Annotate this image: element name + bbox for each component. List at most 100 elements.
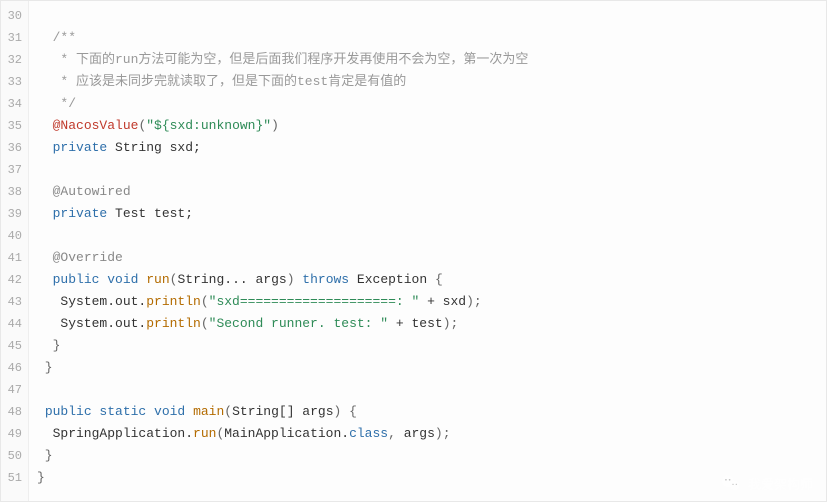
code-token: ( (224, 404, 232, 419)
code-token: * 应该是未同步完就读取了，但是下面的test肯定是有值的 (37, 74, 406, 89)
code-token: println (146, 316, 201, 331)
code-line: } (37, 335, 818, 357)
code-area: /** * 下面的run方法可能为空，但是后面我们程序开发再使用不会为空，第一次… (29, 1, 826, 501)
code-token (37, 250, 53, 265)
code-token: { (435, 272, 443, 287)
code-line (37, 225, 818, 247)
code-token: String[] args (232, 404, 333, 419)
code-token (37, 140, 53, 155)
code-token: ) (271, 118, 279, 133)
line-number: 35 (1, 115, 22, 137)
line-number: 37 (1, 159, 22, 181)
line-number: 30 (1, 5, 22, 27)
code-token: private (53, 140, 108, 155)
line-number: 51 (1, 467, 22, 489)
code-token (185, 404, 193, 419)
code-line (37, 5, 818, 27)
line-number: 50 (1, 445, 22, 467)
watermark: 我爱架构师 (720, 472, 813, 494)
code-token (37, 206, 53, 221)
code-token: "${sxd:unknown}" (146, 118, 271, 133)
code-token: @NacosValue (53, 118, 139, 133)
code-token: + sxd (419, 294, 466, 309)
code-token: ); (466, 294, 482, 309)
code-token: } (37, 338, 60, 353)
code-line: */ (37, 93, 818, 115)
code-token: String... args (177, 272, 286, 287)
code-editor: 3031323334353637383940414243444546474849… (0, 0, 827, 502)
line-number-gutter: 3031323334353637383940414243444546474849… (1, 1, 29, 501)
code-token: ( (201, 316, 209, 331)
code-token: ); (435, 426, 451, 441)
code-token: */ (37, 96, 76, 111)
code-token: } (37, 448, 53, 463)
line-number: 47 (1, 379, 22, 401)
wechat-icon (720, 472, 742, 494)
code-line: private Test test; (37, 203, 818, 225)
line-number: 42 (1, 269, 22, 291)
line-number: 33 (1, 71, 22, 93)
line-number: 36 (1, 137, 22, 159)
watermark-text: 我爱架构师 (748, 474, 813, 493)
line-number: 48 (1, 401, 22, 423)
code-token: println (146, 294, 201, 309)
code-line: System.out.println("sxd=================… (37, 291, 818, 313)
code-token: run (146, 272, 169, 287)
code-token: ) (287, 272, 303, 287)
code-token: throws (302, 272, 349, 287)
code-token: Test test; (107, 206, 193, 221)
code-token: + test (388, 316, 443, 331)
code-token: } (37, 360, 53, 375)
code-line: * 应该是未同步完就读取了，但是下面的test肯定是有值的 (37, 71, 818, 93)
code-line: private String sxd; (37, 137, 818, 159)
code-token: String sxd; (107, 140, 201, 155)
code-line: } (37, 467, 818, 489)
code-line: } (37, 445, 818, 467)
code-line: public void run(String... args) throws E… (37, 269, 818, 291)
code-line: * 下面的run方法可能为空，但是后面我们程序开发再使用不会为空，第一次为空 (37, 49, 818, 71)
code-line: @NacosValue("${sxd:unknown}") (37, 115, 818, 137)
code-token: run (193, 426, 216, 441)
line-number: 40 (1, 225, 22, 247)
code-token (37, 272, 53, 287)
code-token: @Override (53, 250, 123, 265)
code-line: @Autowired (37, 181, 818, 203)
code-token (37, 404, 45, 419)
code-token: , (388, 426, 404, 441)
line-number: 44 (1, 313, 22, 335)
code-line: } (37, 357, 818, 379)
line-number: 39 (1, 203, 22, 225)
code-line: public static void main(String[] args) { (37, 401, 818, 423)
code-token: System.out. (37, 316, 146, 331)
code-token: ( (201, 294, 209, 309)
line-number: 43 (1, 291, 22, 313)
code-token: public static void (45, 404, 185, 419)
code-line (37, 159, 818, 181)
code-token: } (37, 470, 45, 485)
code-line (37, 379, 818, 401)
code-token: System.out. (37, 294, 146, 309)
code-token: * 下面的run方法可能为空，但是后面我们程序开发再使用不会为空，第一次为空 (37, 52, 528, 67)
code-line: System.out.println("Second runner. test:… (37, 313, 818, 335)
code-token: SpringApplication. (37, 426, 193, 441)
code-token: public void (53, 272, 139, 287)
line-number: 38 (1, 181, 22, 203)
code-token (37, 184, 53, 199)
code-line: SpringApplication.run(MainApplication.cl… (37, 423, 818, 445)
line-number: 31 (1, 27, 22, 49)
code-line: /** (37, 27, 818, 49)
code-line: @Override (37, 247, 818, 269)
code-token (37, 118, 53, 133)
code-token: @Autowired (53, 184, 131, 199)
code-token: /** (37, 30, 76, 45)
code-token: main (193, 404, 224, 419)
line-number: 34 (1, 93, 22, 115)
code-token: private (53, 206, 108, 221)
line-number: 41 (1, 247, 22, 269)
line-number: 45 (1, 335, 22, 357)
line-number: 32 (1, 49, 22, 71)
code-token: "Second runner. test: " (209, 316, 388, 331)
line-number: 46 (1, 357, 22, 379)
code-token: Exception (349, 272, 435, 287)
code-token: class (349, 426, 388, 441)
